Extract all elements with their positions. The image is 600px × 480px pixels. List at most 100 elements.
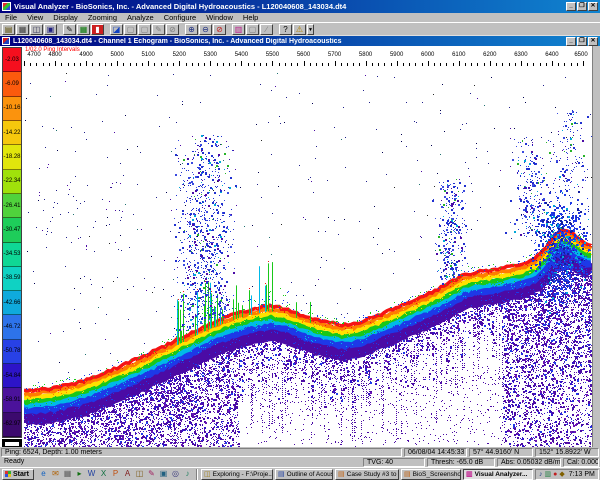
legend-band-10: -42.66: [3, 291, 21, 315]
start-button[interactable]: Start: [2, 469, 34, 480]
child-close-button[interactable]: ✕: [588, 37, 598, 46]
menubar: FileViewDisplayZoomingAnalyzeConfigureWi…: [0, 13, 600, 22]
grid-button[interactable]: ▦: [77, 24, 90, 35]
legend-band-8: -34.53: [3, 243, 21, 267]
analysis-button[interactable]: ▥: [232, 24, 245, 35]
tray-display-icon[interactable]: ▥: [545, 470, 552, 479]
mail-icon[interactable]: ✉: [50, 469, 61, 479]
legend-band-4: -18.28: [3, 145, 21, 169]
export-button[interactable]: ◫: [30, 24, 43, 35]
task-icon: ▤: [404, 470, 411, 478]
search-icon[interactable]: ◎: [170, 469, 181, 479]
menu-configure[interactable]: Configure: [159, 13, 202, 22]
start-label: Start: [13, 471, 29, 478]
notes-button: ∕: [260, 24, 273, 35]
task-icon: ▤: [278, 470, 285, 478]
zoom-out-button[interactable]: ⊖: [199, 24, 212, 35]
screen: { "titlebar": { "title": "Visual Analyze…: [0, 0, 600, 480]
quick-launch-bar: e✉▦▸WXPA◫✎▣◎♪: [38, 469, 193, 479]
access-icon[interactable]: A: [122, 469, 133, 479]
menu-file[interactable]: File: [0, 13, 22, 22]
task-button-3[interactable]: ▤BioS_Screenshots...: [401, 469, 461, 480]
window-title: Visual Analyzer - BioSonics, Inc. - Adva…: [14, 2, 563, 11]
minimize-button[interactable]: _: [566, 2, 576, 11]
app-icon: [2, 2, 11, 11]
child-window-controls: _ ❐ ✕: [566, 37, 598, 46]
notes-icon[interactable]: ♪: [182, 469, 193, 479]
latitude-readout: 57° 44.9160' N: [469, 448, 533, 457]
child-titlebar[interactable]: L120040608_143034.dt4 - Channel 1 Echogr…: [0, 35, 600, 46]
legend-band-11: -46.72: [3, 315, 21, 339]
menu-analyze[interactable]: Analyze: [122, 13, 159, 22]
main-titlebar[interactable]: Visual Analyzer - BioSonics, Inc. - Adva…: [0, 0, 600, 13]
tray-volume-icon[interactable]: ♪: [539, 470, 543, 479]
legend-band-9: -38.59: [3, 267, 21, 291]
task-button-2[interactable]: ▤Case Study #3 to ...: [335, 469, 399, 480]
task-label: Case Study #3 to ...: [347, 471, 399, 478]
excel-icon[interactable]: X: [98, 469, 109, 479]
show-desktop-icon[interactable]: ▦: [62, 469, 73, 479]
zoom-in-button[interactable]: ⊕: [185, 24, 198, 35]
legend-band-5: -22.34: [3, 170, 21, 194]
zoom-reset-button[interactable]: ⊘: [213, 24, 226, 35]
annotate-button: ✎: [152, 24, 165, 35]
help-button[interactable]: ?: [279, 24, 292, 35]
taskbar-clock: 7:13 PM: [567, 471, 595, 478]
echogram-plot[interactable]: [24, 67, 592, 447]
record-button[interactable]: ▮: [91, 24, 104, 35]
windows-flag-icon: [5, 471, 11, 477]
legend-band-13: -54.84: [3, 364, 21, 388]
maximize-button[interactable]: ❐: [577, 2, 587, 11]
echogram-statusbar: Ping: 6524, Depth: 1.00 meters 06/08/04 …: [0, 447, 600, 457]
child-maximize-button[interactable]: ❐: [577, 37, 587, 46]
edit-button[interactable]: ✎: [63, 24, 76, 35]
ping-axis-label: 1/02.0 Ping Intervals: [25, 47, 80, 53]
legend-band-1: -6.09: [3, 72, 21, 96]
legend-band-2: -10.16: [3, 97, 21, 121]
echogram-button[interactable]: ◪: [110, 24, 123, 35]
app-statusbar: Ready TVG: 40 Thresh: -65.0 dB Abs: 0.05…: [0, 457, 600, 467]
word-icon[interactable]: W: [86, 469, 97, 479]
paint-icon[interactable]: ✎: [146, 469, 157, 479]
legend-band-0: -2.03: [3, 48, 21, 72]
child-minimize-button[interactable]: _: [566, 37, 576, 46]
menu-view[interactable]: View: [22, 13, 48, 22]
legend-band-12: -50.78: [3, 340, 21, 364]
measure-button: ⊘: [166, 24, 179, 35]
legend-band-3: -14.22: [3, 121, 21, 145]
tray-antivirus-icon[interactable]: ●: [553, 470, 557, 479]
legend-band-14: -58.91: [3, 388, 21, 412]
menu-display[interactable]: Display: [48, 13, 83, 22]
menu-zooming[interactable]: Zooming: [83, 13, 122, 22]
threshold-readout: Thresh: -65.0 dB: [427, 458, 495, 467]
task-label: Exploring - F:\Proje...: [213, 471, 273, 478]
menu-help[interactable]: Help: [238, 13, 263, 22]
save-button[interactable]: ▣: [44, 24, 57, 35]
media-player-icon[interactable]: ▸: [74, 469, 85, 479]
datetime-readout: 06/08/04 14:45:33: [404, 448, 467, 457]
alerts-dropdown-arrow[interactable]: ▼: [307, 24, 314, 35]
tray-scheduler-icon[interactable]: ◆: [559, 470, 564, 479]
echogram-file-icon: [2, 37, 10, 45]
task-button-1[interactable]: ▤Outline of Acoustic...: [275, 469, 333, 480]
menu-window[interactable]: Window: [201, 13, 238, 22]
task-icon: ▤: [338, 470, 345, 478]
color-scale-legend: -2.03-6.09-10.16-14.22-18.28-22.34-26.41…: [2, 47, 22, 438]
system-tray: ♪▥●◆7:13 PM: [535, 469, 599, 480]
imaging-icon[interactable]: ▣: [158, 469, 169, 479]
print-button[interactable]: ▦: [16, 24, 29, 35]
task-label: Visual Analyzer...: [475, 471, 528, 478]
explorer-icon[interactable]: ◫: [134, 469, 145, 479]
select-button: ▢: [138, 24, 151, 35]
right-gutter: [592, 46, 600, 447]
taskbar-separator: [196, 469, 198, 480]
alerts-button[interactable]: ⚠: [293, 24, 306, 35]
open-button[interactable]: ▤: [2, 24, 15, 35]
close-button[interactable]: ✕: [588, 2, 598, 11]
powerpoint-icon[interactable]: P: [110, 469, 121, 479]
task-icon: ▥: [466, 470, 473, 478]
task-button-4[interactable]: ▥Visual Analyzer...: [463, 469, 533, 480]
internet-explorer-icon[interactable]: e: [38, 469, 49, 479]
task-button-0[interactable]: ◫Exploring - F:\Proje...: [201, 469, 273, 480]
absorption-readout: Abs: 0.05032 dB/m: [497, 458, 561, 467]
